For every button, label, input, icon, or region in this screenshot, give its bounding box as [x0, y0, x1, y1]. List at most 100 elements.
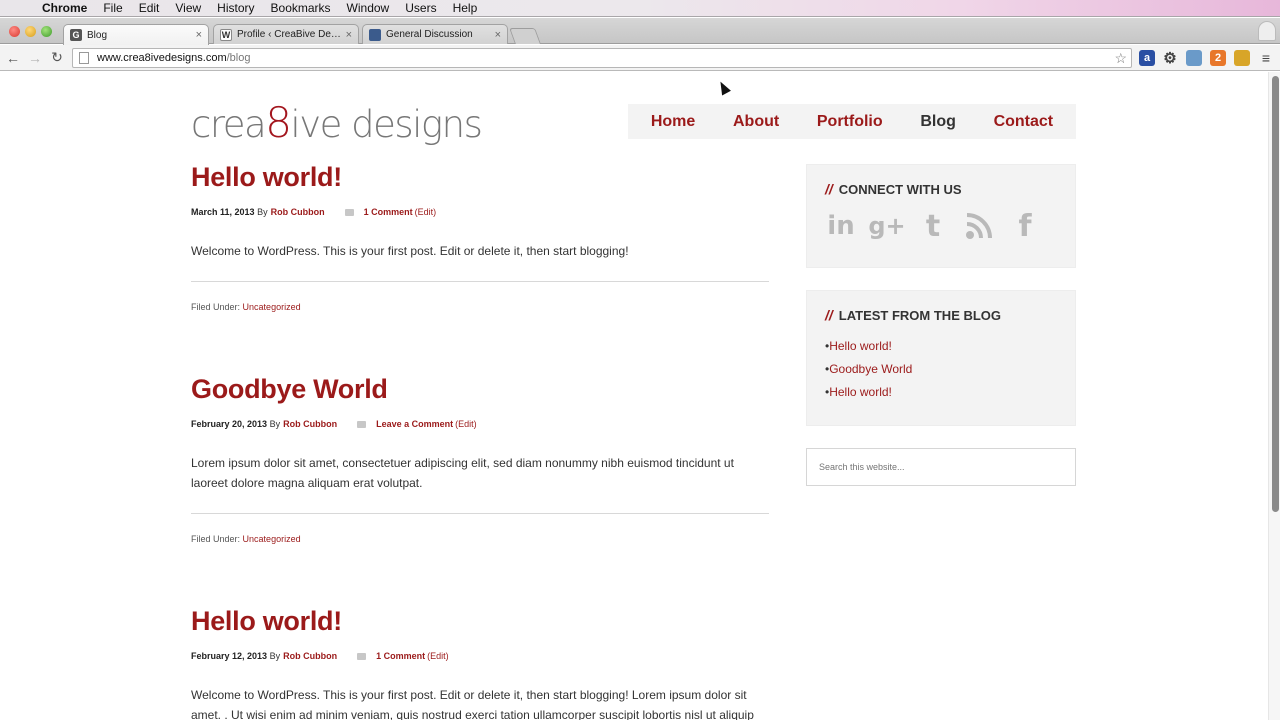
- menu-history[interactable]: History: [209, 0, 262, 17]
- facebook-icon[interactable]: f: [1009, 209, 1041, 244]
- menu-help[interactable]: Help: [445, 0, 486, 17]
- post-by: By: [269, 651, 281, 661]
- logo-text: crea: [191, 103, 267, 146]
- post-comments-link[interactable]: Leave a Comment: [376, 419, 453, 429]
- zoom-window-button[interactable]: [41, 26, 52, 37]
- forward-arrow-icon[interactable]: →: [24, 50, 46, 66]
- post: Hello world! February 12, 2013 By Rob Cu…: [191, 606, 769, 720]
- rss-icon[interactable]: [963, 210, 995, 242]
- post-date: March 11, 2013: [191, 207, 255, 217]
- nav-contact[interactable]: Contact: [994, 113, 1054, 131]
- post-by: By: [269, 419, 281, 429]
- post-filed-under: Filed Under: Uncategorized: [191, 534, 769, 544]
- post-edit-link[interactable]: (Edit): [455, 419, 477, 429]
- post-comments-link[interactable]: 1 Comment: [376, 651, 425, 661]
- menu-hamburger-icon[interactable]: ≡: [1258, 50, 1274, 66]
- nav-home[interactable]: Home: [651, 113, 695, 131]
- scrollbar-thumb[interactable]: [1272, 76, 1279, 512]
- widget-title: // CONNECT WITH US: [825, 181, 1057, 197]
- minimize-window-button[interactable]: [25, 26, 36, 37]
- post-author[interactable]: Rob Cubbon: [283, 419, 337, 429]
- extension-badge-icon[interactable]: 2: [1210, 50, 1226, 66]
- wordpress-favicon-icon: W: [220, 28, 232, 41]
- post-excerpt: Lorem ipsum dolor sit amet, consectetuer…: [191, 453, 769, 514]
- comment-bubble-icon: [357, 652, 367, 660]
- post-meta: March 11, 2013 By Rob Cubbon 1 Comment (…: [191, 207, 769, 217]
- menu-app-chrome[interactable]: Chrome: [34, 0, 95, 17]
- reload-icon[interactable]: ↻: [46, 49, 68, 66]
- tab-general-discussion[interactable]: General Discussion ×: [362, 24, 508, 44]
- latest-widget: // LATEST FROM THE BLOG Hello world! Good…: [806, 290, 1076, 426]
- post-author[interactable]: Rob Cubbon: [271, 207, 325, 217]
- sidebar: // CONNECT WITH US in g+ t f // LATEST FRO…: [806, 164, 1076, 486]
- post-title[interactable]: Hello world!: [191, 606, 769, 637]
- address-bar[interactable]: www.crea8ivedesigns.com/blog ☆: [72, 48, 1132, 68]
- tab-close-icon[interactable]: ×: [346, 29, 352, 41]
- post-comments-link[interactable]: 1 Comment: [364, 207, 413, 217]
- tab-blog[interactable]: G Blog ×: [63, 24, 209, 45]
- latest-posts-list: Hello world! Goodbye World Hello world!: [825, 335, 1057, 404]
- post-title[interactable]: Goodbye World: [191, 374, 769, 405]
- nav-portfolio[interactable]: Portfolio: [817, 113, 883, 131]
- connect-widget: // CONNECT WITH US in g+ t f: [806, 164, 1076, 268]
- tab-label: Profile ‹ CreaBive Designs: [237, 29, 342, 40]
- post-meta: February 20, 2013 By Rob Cubbon Leave a …: [191, 419, 769, 429]
- menu-view[interactable]: View: [167, 0, 209, 17]
- gear-icon[interactable]: ⚙: [1162, 50, 1178, 67]
- slashes-icon: //: [825, 307, 833, 323]
- post-meta: February 12, 2013 By Rob Cubbon 1 Commen…: [191, 651, 769, 661]
- nav-blog[interactable]: Blog: [920, 113, 956, 131]
- post-category-link[interactable]: Uncategorized: [243, 534, 301, 544]
- browser-toolbar: ← → ↻ www.crea8ivedesigns.com/blog ☆ a ⚙…: [0, 45, 1280, 71]
- twitter-icon[interactable]: t: [917, 209, 949, 244]
- widget-title-text: CONNECT WITH US: [838, 181, 962, 197]
- extension-puzzle-icon[interactable]: [1186, 50, 1202, 66]
- site-logo[interactable]: crea8ive designs: [191, 98, 483, 147]
- latest-post-link[interactable]: Hello world!: [825, 335, 1057, 358]
- comment-bubble-icon: [357, 420, 367, 428]
- page-icon: [79, 52, 89, 64]
- extension-bird-icon[interactable]: [1234, 50, 1250, 66]
- tab-favicon-icon: G: [70, 29, 82, 41]
- logo-text: ive designs: [290, 103, 482, 146]
- page-scrollbar[interactable]: [1268, 72, 1280, 720]
- url-path: /blog: [226, 52, 251, 64]
- post-title[interactable]: Hello world!: [191, 162, 769, 193]
- post: Hello world! March 11, 2013 By Rob Cubbo…: [191, 162, 769, 374]
- widget-title-text: LATEST FROM THE BLOG: [838, 307, 1002, 323]
- post-edit-link[interactable]: (Edit): [415, 207, 437, 217]
- post-category-link[interactable]: Uncategorized: [243, 302, 301, 312]
- post-author[interactable]: Rob Cubbon: [283, 651, 337, 661]
- latest-post-link[interactable]: Hello world!: [825, 381, 1057, 404]
- menu-bookmarks[interactable]: Bookmarks: [263, 0, 339, 17]
- linkedin-icon[interactable]: in: [825, 210, 857, 242]
- close-window-button[interactable]: [9, 26, 20, 37]
- slashes-icon: //: [825, 181, 833, 197]
- main-nav: Home About Portfolio Blog Contact: [628, 104, 1076, 139]
- menu-edit[interactable]: Edit: [131, 0, 168, 17]
- tab-close-icon[interactable]: ×: [495, 29, 501, 41]
- user-profile-icon[interactable]: [1258, 21, 1276, 41]
- bookmark-star-icon[interactable]: ☆: [1114, 50, 1127, 67]
- google-plus-icon[interactable]: g+: [868, 210, 905, 242]
- menu-users[interactable]: Users: [397, 0, 444, 17]
- tab-profile[interactable]: W Profile ‹ CreaBive Designs ×: [213, 24, 359, 44]
- logo-eight: 8: [265, 98, 292, 147]
- post-edit-link[interactable]: (Edit): [427, 651, 449, 661]
- tab-label: General Discussion: [386, 29, 473, 40]
- post-excerpt: Welcome to WordPress. This is your first…: [191, 241, 769, 282]
- web-page: crea8ive designs Home About Portfolio Bl…: [0, 72, 1268, 720]
- menu-window[interactable]: Window: [339, 0, 398, 17]
- url-host: www.crea8ivedesigns.com: [97, 52, 227, 64]
- latest-post-link[interactable]: Goodbye World: [825, 358, 1057, 381]
- nav-about[interactable]: About: [733, 113, 779, 131]
- back-arrow-icon[interactable]: ←: [2, 50, 24, 66]
- post: Goodbye World February 20, 2013 By Rob C…: [191, 374, 769, 606]
- search-input[interactable]: [806, 448, 1076, 486]
- new-tab-button[interactable]: [509, 28, 541, 44]
- menu-file[interactable]: File: [95, 0, 130, 17]
- filed-label: Filed Under:: [191, 302, 241, 312]
- post-date: February 20, 2013: [191, 419, 268, 429]
- extension-translate-icon[interactable]: a: [1139, 50, 1155, 66]
- tab-close-icon[interactable]: ×: [196, 29, 202, 41]
